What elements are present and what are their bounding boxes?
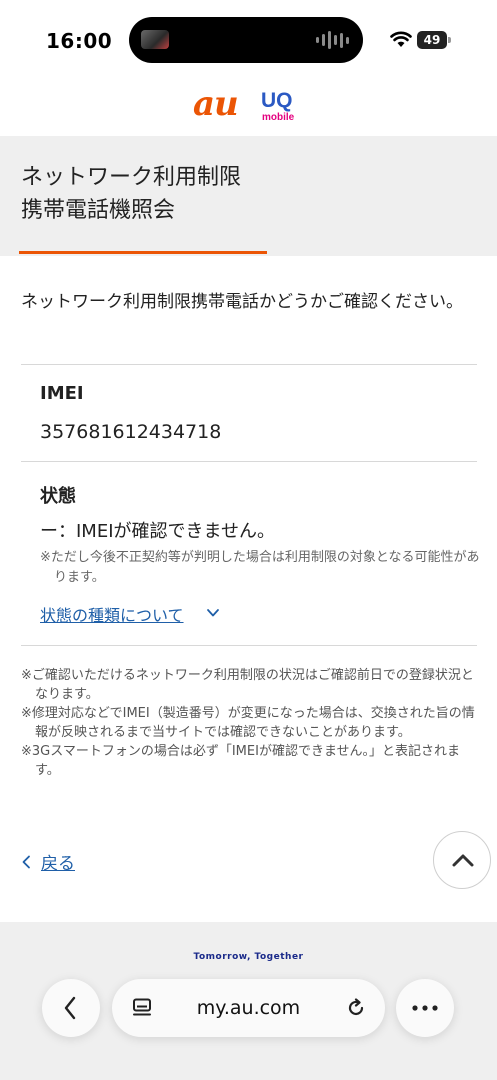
uq-logo[interactable]: UQ [261, 90, 293, 111]
audio-wave-icon [316, 30, 349, 50]
status-time: 16:00 [46, 29, 113, 53]
imei-label: IMEI [40, 383, 84, 404]
status-bar: 16:00 49 [0, 0, 497, 80]
imei-value: 357681612434718 [40, 421, 222, 443]
reload-icon[interactable] [346, 998, 366, 1018]
uq-mobile-logo: mobile [262, 112, 295, 123]
divider [21, 645, 477, 646]
scroll-top-button[interactable] [433, 831, 491, 889]
brand-header: au UQ mobile [0, 80, 497, 136]
footer-tagline: Tomorrow, Together [193, 952, 304, 962]
dynamic-island[interactable] [129, 17, 363, 63]
chevron-down-icon[interactable] [206, 606, 220, 620]
wifi-icon [390, 31, 412, 47]
address-bar[interactable]: my.au.com [112, 979, 385, 1037]
chevron-left-icon [64, 996, 76, 1020]
url-text[interactable]: my.au.com [112, 997, 385, 1019]
chevron-left-icon [22, 855, 30, 869]
now-playing-thumbnail [141, 30, 169, 49]
footnote-item: ※修理対応などでIMEI（製造番号）が変更になった場合は、交換された旨の情報が反… [21, 706, 475, 740]
status-note: ※ただし今後不正契約等が判明した場合は利用制限の対象となる可能性があります。 [40, 550, 480, 585]
divider [21, 461, 477, 462]
footnotes: ※ご確認いただけるネットワーク利用制限の状況はご確認前日での登録状況となります。… [21, 666, 481, 780]
back-link[interactable]: 戻る [21, 849, 75, 874]
footnote-item: ※ご確認いただけるネットワーク利用制限の状況はご確認前日での登録状況となります。 [21, 668, 474, 702]
status-label: 状態 [40, 486, 76, 507]
au-logo[interactable]: au [193, 84, 239, 124]
status-types-link[interactable]: 状態の種類について [40, 602, 184, 626]
status-value: ー：IMEIが確認できません。 [40, 521, 275, 542]
chevron-up-icon [452, 854, 474, 867]
title-band: ネットワーク利用制限 携帯電話機照会 [0, 136, 497, 256]
footnote-item: ※3Gスマートフォンの場合は必ず「IMEIが確認できません。」と表記されます。 [21, 744, 461, 778]
divider [21, 364, 477, 365]
battery-tip [448, 37, 451, 43]
title-underline [19, 251, 267, 254]
more-button[interactable] [396, 979, 454, 1037]
more-icon [412, 1005, 438, 1011]
back-link-label[interactable]: 戻る [41, 854, 75, 874]
back-button[interactable] [42, 979, 100, 1037]
battery-icon: 49 [417, 31, 447, 49]
page-title: ネットワーク利用制限 携帯電話機照会 [21, 165, 242, 223]
intro-text: ネットワーク利用制限携帯電話かどうかご確認ください。 [21, 292, 463, 312]
